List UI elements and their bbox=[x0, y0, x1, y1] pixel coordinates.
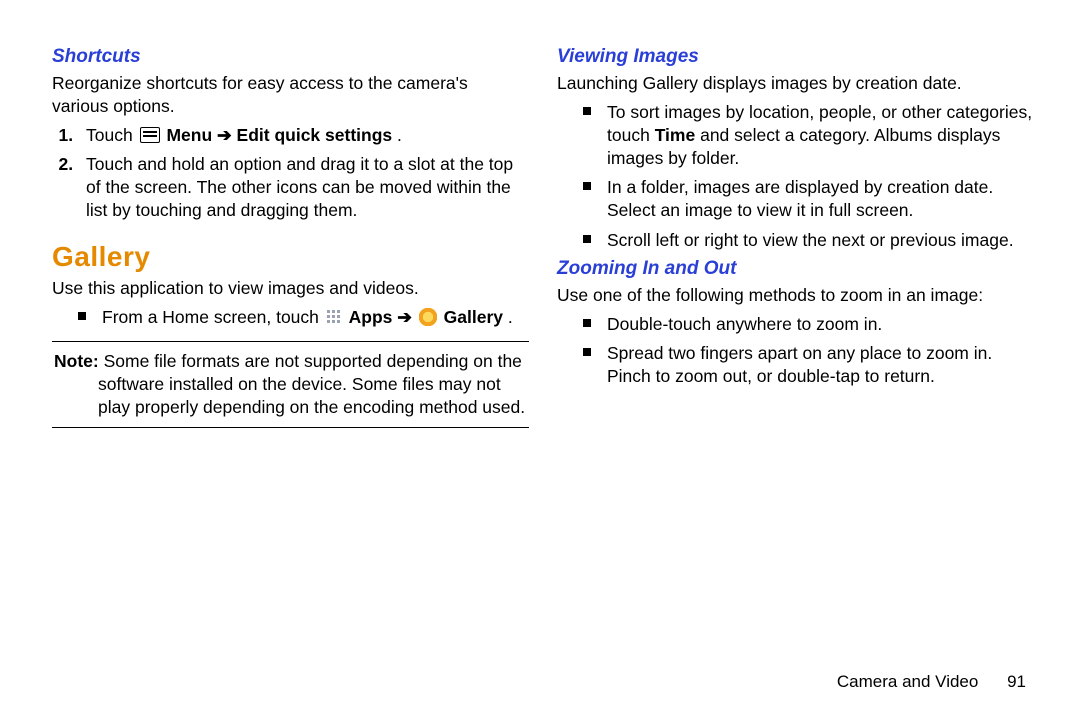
left-column: Shortcuts Reorganize shortcuts for easy … bbox=[52, 40, 529, 440]
menu-icon bbox=[140, 127, 160, 143]
viewing-item-1: To sort images by location, people, or o… bbox=[583, 101, 1034, 170]
viewing-item-3: Scroll left or right to view the next or… bbox=[583, 229, 1034, 252]
note-body: software installed on the device. Some f… bbox=[54, 373, 527, 419]
footer-page-number: 91 bbox=[1007, 672, 1026, 691]
para-zoom: Use one of the following methods to zoom… bbox=[557, 284, 1034, 307]
note-label: Note: bbox=[54, 351, 99, 371]
zoom-item-1: Double-touch anywhere to zoom in. bbox=[583, 313, 1034, 336]
para-gallery: Use this application to view images and … bbox=[52, 277, 529, 300]
bullet-pre: From a Home screen, touch bbox=[102, 307, 324, 327]
page-footer: Camera and Video 91 bbox=[837, 672, 1026, 692]
step-2: Touch and hold an option and drag it to … bbox=[78, 153, 529, 222]
zoom-item-2: Spread two fingers apart on any place to… bbox=[583, 342, 1034, 388]
heading-viewing: Viewing Images bbox=[557, 46, 1034, 68]
zoom-list: Double-touch anywhere to zoom in. Spread… bbox=[583, 313, 1034, 388]
footer-section: Camera and Video bbox=[837, 672, 978, 691]
gallery-launch-list: From a Home screen, touch Apps ➔ Gallery… bbox=[78, 306, 529, 329]
arrow-icon: ➔ bbox=[397, 307, 417, 327]
step1-menu: Menu bbox=[166, 125, 212, 145]
step1-end: . bbox=[397, 125, 402, 145]
note-first-line: Some file formats are not supported depe… bbox=[99, 351, 522, 371]
viewing-list: To sort images by location, people, or o… bbox=[583, 101, 1034, 252]
gallery-label: Gallery bbox=[444, 307, 503, 327]
gallery-launch-item: From a Home screen, touch Apps ➔ Gallery… bbox=[78, 306, 529, 329]
note-box: Note: Some file formats are not supporte… bbox=[52, 341, 529, 428]
arrow-icon: ➔ bbox=[217, 125, 237, 145]
apps-icon bbox=[326, 309, 342, 325]
para-viewing: Launching Gallery displays images by cre… bbox=[557, 72, 1034, 95]
step1-post: Edit quick settings bbox=[237, 125, 393, 145]
viewing-item-2: In a folder, images are displayed by cre… bbox=[583, 176, 1034, 222]
heading-zoom: Zooming In and Out bbox=[557, 258, 1034, 280]
step1-pre: Touch bbox=[86, 125, 138, 145]
heading-gallery: Gallery bbox=[52, 241, 529, 273]
step-1: Touch Menu ➔ Edit quick settings . bbox=[78, 124, 529, 147]
right-column: Viewing Images Launching Gallery display… bbox=[557, 40, 1034, 440]
time-label: Time bbox=[655, 125, 696, 145]
apps-label: Apps bbox=[349, 307, 393, 327]
para-shortcuts: Reorganize shortcuts for easy access to … bbox=[52, 72, 529, 118]
gallery-icon bbox=[419, 308, 437, 326]
heading-shortcuts: Shortcuts bbox=[52, 46, 529, 68]
bullet-end: . bbox=[508, 307, 513, 327]
shortcuts-steps: Touch Menu ➔ Edit quick settings . Touch… bbox=[78, 124, 529, 222]
